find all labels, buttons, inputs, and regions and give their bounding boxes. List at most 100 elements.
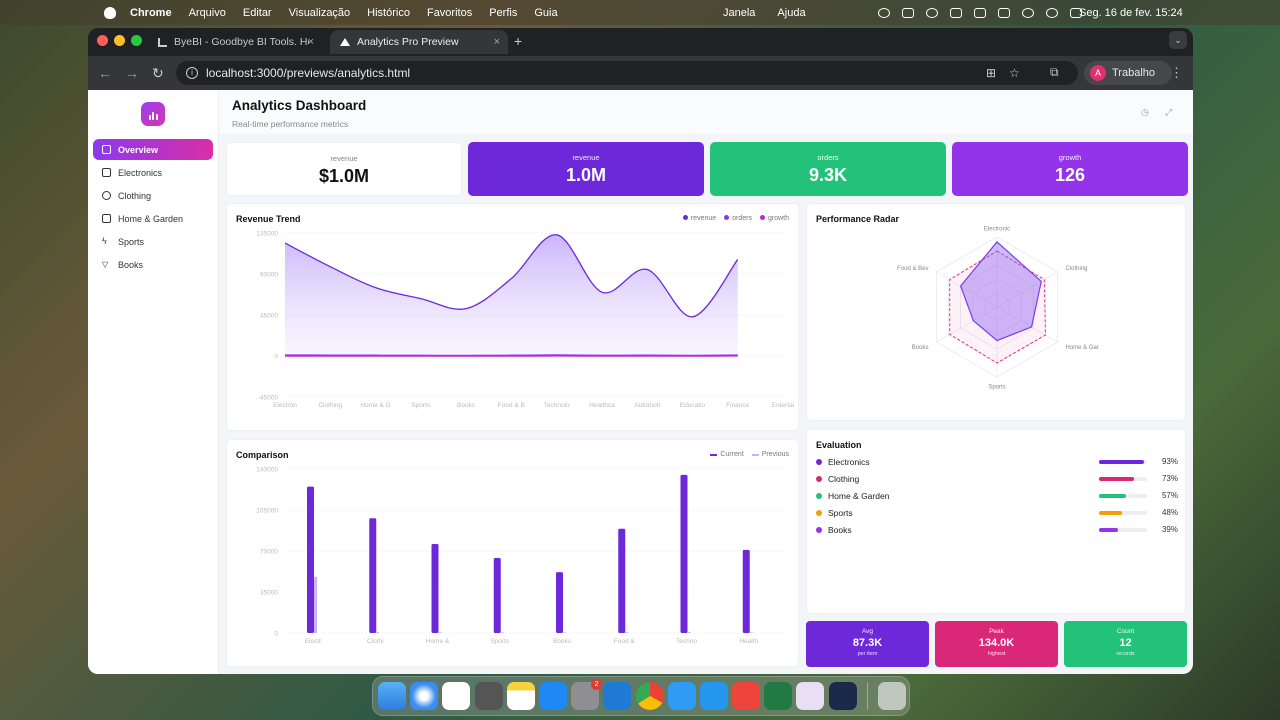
bar-previous <box>314 576 317 633</box>
notes-icon[interactable] <box>506 682 535 710</box>
stat-card-peak: Peak 134.0K highest <box>935 621 1058 667</box>
xcode-icon[interactable] <box>667 682 696 710</box>
back-arrow-icon[interactable]: ← <box>98 65 112 81</box>
stat-label: Peak <box>989 628 1004 635</box>
sidebar-item-books[interactable]: ▽ Books <box>93 254 213 275</box>
tab-search-chevron-icon[interactable]: ⌄ <box>1169 31 1187 49</box>
sidebar-item-overview[interactable]: Overview <box>93 139 213 160</box>
chrome-icon[interactable] <box>635 682 664 710</box>
kpi-value: 126 <box>1054 165 1086 185</box>
sidebar-item-electronics[interactable]: Electronics <box>93 162 213 183</box>
url-text[interactable]: localhost:3000/previews/analytics.html <box>206 66 410 80</box>
battery-icon[interactable] <box>998 7 1010 18</box>
site-info-icon[interactable]: i <box>186 67 198 79</box>
kpi-card-revenue-usd: revenue $1.0M <box>226 142 462 196</box>
y-tick-label: 90000 <box>260 272 278 279</box>
performance-radar-card: Performance Radar Electronic Clothing Home… <box>806 203 1186 421</box>
menu-janela[interactable]: Janela <box>723 7 755 19</box>
excel-icon[interactable] <box>764 682 793 710</box>
evaluation-row: Sports 48% <box>816 504 1178 521</box>
safari-icon[interactable] <box>410 682 439 710</box>
kpi-card-revenue: revenue 1.0M <box>468 142 704 196</box>
close-tab-icon[interactable]: × <box>308 36 314 48</box>
play-icon[interactable] <box>926 7 938 18</box>
tab-strip: ByeBI - Goodbye BI Tools. He × Analytics… <box>88 28 1193 56</box>
filter-icon: ▽ <box>102 260 109 269</box>
apple-logo-icon[interactable] <box>104 6 116 19</box>
menu-app[interactable]: Chrome <box>130 7 172 19</box>
docker-icon[interactable] <box>699 682 728 710</box>
menu-ajuda[interactable]: Ajuda <box>777 7 805 19</box>
y-tick-label: 0 <box>274 354 278 361</box>
stat-sub: highest <box>987 651 1006 657</box>
app-icon[interactable] <box>950 7 962 18</box>
close-window-button[interactable] <box>97 35 108 46</box>
evaluation-dot <box>816 475 822 482</box>
bluetooth-icon[interactable] <box>974 7 986 18</box>
more-menu-icon[interactable]: ⋮ <box>1170 65 1183 81</box>
evaluation-dot <box>816 492 822 499</box>
translate-icon[interactable]: ⊞ <box>986 66 996 80</box>
bar-current <box>369 518 377 633</box>
x-tick-label: Books <box>457 402 476 409</box>
reload-icon[interactable]: ↻ <box>152 65 164 82</box>
app-logo-icon[interactable] <box>141 102 165 126</box>
y-tick-label: 45000 <box>260 313 278 320</box>
hand-icon[interactable] <box>902 7 914 18</box>
bookmark-star-icon[interactable]: ☆ <box>1009 66 1020 80</box>
forward-arrow-icon[interactable]: → <box>125 65 139 81</box>
new-tab-button[interactable]: + <box>514 33 522 49</box>
close-tab-icon[interactable]: × <box>494 36 500 48</box>
trash-icon[interactable] <box>878 682 906 710</box>
address-bar[interactable]: i localhost:3000/previews/analytics.html… <box>176 61 1078 85</box>
comparison-bar-chart[interactable]: 140000 105000 70000 35000 0 Electr Clothi Home … <box>227 440 800 668</box>
evaluation-label: Clothing <box>828 473 860 484</box>
menu-editar[interactable]: Editar <box>243 7 272 19</box>
kpi-label: orders <box>817 153 839 162</box>
bar-current <box>742 549 750 633</box>
wifi-icon[interactable] <box>1022 7 1034 18</box>
menu-visualizacao[interactable]: Visualização <box>289 7 351 19</box>
menu-guia[interactable]: Guia <box>534 7 557 19</box>
sidebar-item-home-garden[interactable]: Home & Garden <box>93 208 213 229</box>
menubar-clock[interactable]: Seg. 16 de fev. 15:24 <box>1079 7 1183 19</box>
bar-current <box>618 528 626 633</box>
sidebar-item-sports[interactable]: ϟ Sports <box>93 231 213 252</box>
tab-byebi[interactable]: ByeBI - Goodbye BI Tools. He × <box>148 30 322 54</box>
fullscreen-icon[interactable]: ⤢ <box>1165 107 1175 117</box>
menu-favoritos[interactable]: Favoritos <box>427 7 472 19</box>
vscode-icon[interactable] <box>603 682 632 710</box>
page-title: Analytics Dashboard <box>232 98 367 113</box>
spotlight-search-icon[interactable] <box>1046 7 1058 18</box>
evaluation-label: Electronics <box>828 456 870 467</box>
record-icon[interactable] <box>878 7 890 18</box>
monitor-icon[interactable] <box>828 682 857 710</box>
kpi-value: $1.0M <box>318 166 370 186</box>
minimize-window-button[interactable] <box>114 35 125 46</box>
tab-analytics-pro[interactable]: Analytics Pro Preview × <box>330 30 508 54</box>
sidebar-item-label: Home & Garden <box>118 213 184 224</box>
anydesk-icon[interactable] <box>732 682 761 710</box>
evaluation-percent: 39% <box>1161 525 1178 534</box>
calendar-icon[interactable] <box>442 682 471 710</box>
profile-chip[interactable]: A Trabalho <box>1084 61 1172 85</box>
evaluation-progress-bar <box>1099 510 1147 515</box>
system-settings-icon[interactable]: 2 <box>571 679 603 710</box>
clock-icon[interactable]: ◷ <box>1141 107 1151 117</box>
extensions-puzzle-icon[interactable]: ⧉ <box>1050 65 1059 80</box>
y-tick-label: 35000 <box>260 590 278 597</box>
app-store-icon[interactable] <box>538 682 567 710</box>
finder-icon[interactable] <box>378 682 406 710</box>
evaluation-percent: 93% <box>1161 457 1178 466</box>
sidebar-item-clothing[interactable]: Clothing <box>93 185 213 206</box>
tab-title: ByeBI - Goodbye BI Tools. He <box>174 36 309 48</box>
radar-axis-label: Books <box>912 345 929 351</box>
revenue-trend-chart[interactable]: 135000 90000 45000 0 -45000Electron Clothing H… <box>227 204 800 432</box>
performance-radar-chart[interactable]: Electronic Clothing Home & Gar Sports Books F… <box>807 204 1187 422</box>
zoom-window-button[interactable] <box>131 35 142 46</box>
ai-app-icon[interactable] <box>796 682 825 710</box>
calculator-icon[interactable] <box>474 682 503 710</box>
menu-historico[interactable]: Histórico <box>367 7 410 19</box>
menu-perfis[interactable]: Perfis <box>489 7 517 19</box>
menu-arquivo[interactable]: Arquivo <box>189 7 226 19</box>
